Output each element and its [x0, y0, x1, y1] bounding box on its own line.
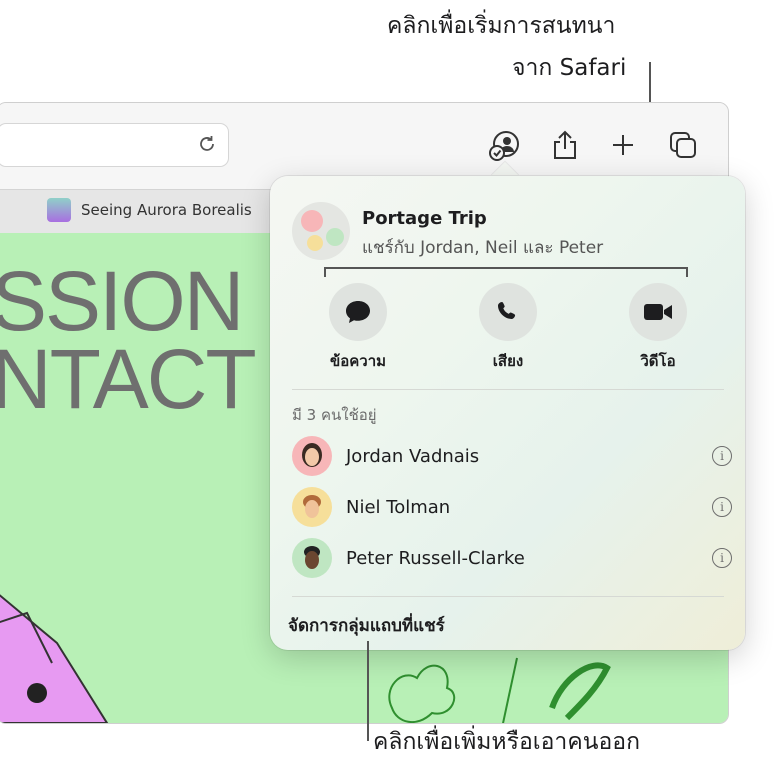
actions-bracket-right — [686, 267, 688, 277]
audio-action[interactable]: เสียง — [448, 283, 568, 373]
collaboration-icon — [489, 131, 519, 161]
tab-overview-button[interactable] — [665, 127, 701, 163]
tab-label: Seeing Aurora Borealis — [81, 201, 252, 219]
group-title: Portage Trip — [362, 208, 487, 229]
person-row-niel[interactable]: Niel Tolman i — [292, 485, 732, 529]
manage-shared-tab-group-button[interactable]: จัดการกลุ่มแถบที่แชร์ — [288, 612, 445, 639]
info-icon[interactable]: i — [712, 497, 732, 517]
plus-icon — [613, 135, 633, 155]
headline-line2: NTACT — [0, 332, 257, 426]
memoji-icon — [302, 443, 322, 467]
person-row-peter[interactable]: Peter Russell-Clarke i — [292, 536, 732, 580]
message-icon — [346, 301, 370, 323]
group-avatar — [292, 202, 350, 260]
doodle-illustration — [388, 657, 611, 723]
memoji-icon — [303, 495, 321, 518]
callout-leader-line-bottom — [367, 641, 369, 741]
message-action[interactable]: ข้อความ — [298, 283, 418, 373]
message-button[interactable] — [329, 283, 387, 341]
audio-label: เสียง — [492, 352, 524, 370]
tab-overview-icon — [670, 132, 696, 158]
video-action[interactable]: วิดีโอ — [598, 283, 718, 373]
headline-line1: SSION — [0, 254, 244, 348]
person-name: Peter Russell-Clarke — [346, 547, 525, 569]
phone-icon — [498, 302, 516, 319]
divider-top — [292, 389, 724, 390]
video-label: วิดีโอ — [640, 352, 676, 370]
share-button[interactable] — [547, 127, 583, 163]
avatar — [292, 436, 332, 476]
avatar — [292, 538, 332, 578]
callout-start-conversation-line1: คลิกเพื่อเริ่มการสนทนา — [387, 13, 616, 39]
tab-aurora[interactable]: Seeing Aurora Borealis — [47, 198, 252, 222]
share-icon — [554, 130, 576, 159]
audio-button[interactable] — [479, 283, 537, 341]
video-button[interactable] — [629, 283, 687, 341]
collaboration-popover: Portage Trip แชร์กับ Jordan, Neil และ Pe… — [270, 176, 745, 650]
people-section-header: มี 3 คนใช้อยู่ — [292, 406, 377, 424]
video-icon — [644, 304, 672, 320]
divider-bottom — [292, 596, 724, 597]
actions-bracket — [324, 267, 688, 269]
callout-start-conversation-line2: จาก Safari — [512, 55, 627, 81]
mini-avatar-peter — [326, 228, 344, 246]
info-icon[interactable]: i — [712, 446, 732, 466]
memoji-icon — [304, 546, 320, 569]
person-row-jordan[interactable]: Jordan Vadnais i — [292, 434, 732, 478]
message-label: ข้อความ — [329, 352, 387, 370]
mini-avatar-jordan — [301, 210, 323, 232]
address-bar[interactable] — [0, 123, 229, 167]
group-subtitle: แชร์กับ Jordan, Neil และ Peter — [362, 238, 604, 258]
person-name: Niel Tolman — [346, 496, 451, 518]
actions-bracket-left — [324, 267, 326, 277]
tab-favicon — [47, 198, 71, 222]
info-icon[interactable]: i — [712, 548, 732, 568]
mini-avatar-niel — [307, 235, 323, 251]
person-name: Jordan Vadnais — [346, 445, 480, 467]
new-tab-button[interactable] — [605, 127, 641, 163]
callout-add-remove-people: คลิกเพื่อเพิ่มหรือเอาคนออก — [373, 729, 641, 755]
avatar — [292, 487, 332, 527]
reload-icon[interactable] — [196, 133, 218, 159]
aurora-illustration — [0, 594, 109, 723]
shared-with-you-button[interactable] — [487, 127, 523, 163]
